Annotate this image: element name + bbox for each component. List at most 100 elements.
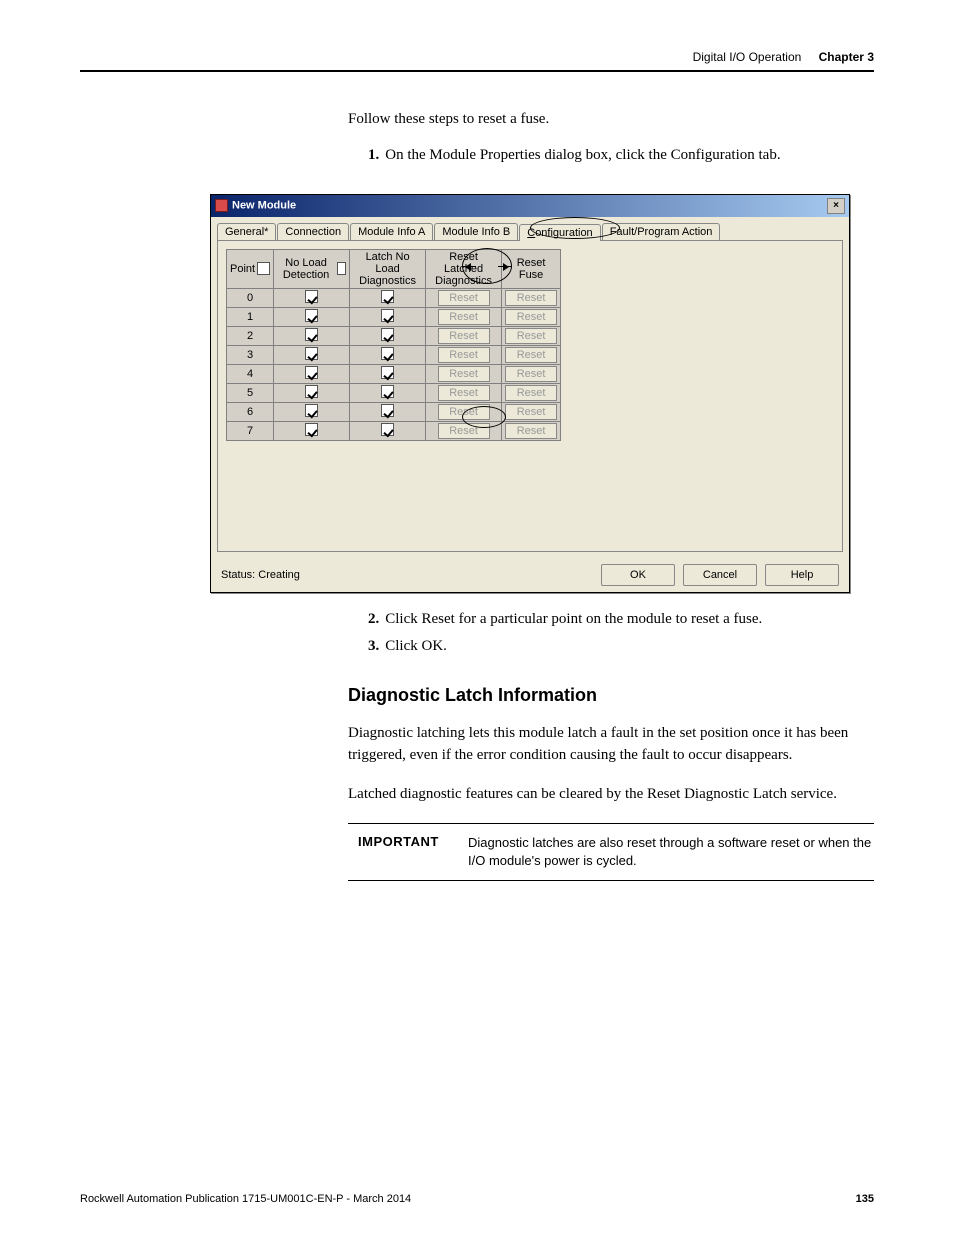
header-chapter: Chapter 3	[819, 50, 874, 64]
reset-latched-button[interactable]: Reset	[438, 385, 490, 401]
cell-reset-latched: Reset	[426, 326, 502, 345]
checkbox-icon[interactable]	[305, 328, 318, 341]
help-button[interactable]: Help	[765, 564, 839, 586]
checkbox-icon[interactable]	[381, 385, 394, 398]
reset-fuse-button[interactable]: Reset	[505, 423, 557, 439]
footer-publication: Rockwell Automation Publication 1715-UM0…	[80, 1193, 411, 1205]
table-row: 0ResetReset	[227, 288, 561, 307]
tab-fault-program-action[interactable]: Fault/Program Action	[602, 223, 721, 240]
cell-reset-fuse: Reset	[502, 364, 561, 383]
cell-noload	[274, 307, 350, 326]
col-reset-latched: Reset Latched Diagnostics	[426, 249, 502, 288]
checkbox-icon[interactable]	[305, 404, 318, 417]
checkbox-icon[interactable]	[305, 423, 318, 436]
checkbox-icon[interactable]	[381, 290, 394, 303]
tab-general[interactable]: General*	[217, 223, 276, 240]
reset-fuse-button[interactable]: Reset	[505, 328, 557, 344]
reset-fuse-button[interactable]: Reset	[505, 290, 557, 306]
cell-noload	[274, 345, 350, 364]
subsection-heading: Diagnostic Latch Information	[348, 685, 874, 706]
cell-latch	[350, 402, 426, 421]
cell-latch	[350, 421, 426, 440]
reset-fuse-button[interactable]: Reset	[505, 309, 557, 325]
close-icon[interactable]: ×	[827, 198, 845, 214]
cell-reset-latched: Reset	[426, 288, 502, 307]
cell-latch	[350, 364, 426, 383]
table-row: 4ResetReset	[227, 364, 561, 383]
table-row: 5 Reset Reset	[227, 383, 561, 402]
tab-body: Point No Load Detection Latch No Load Di…	[217, 240, 843, 552]
cell-noload	[274, 402, 350, 421]
checkbox-icon[interactable]	[305, 290, 318, 303]
ok-button[interactable]: OK	[601, 564, 675, 586]
dialog-title: New Module	[232, 199, 296, 211]
cell-reset-latched: Reset	[426, 345, 502, 364]
reset-latched-button[interactable]: Reset	[438, 309, 490, 325]
checkbox-icon[interactable]	[381, 423, 394, 436]
reset-latched-button[interactable]: Reset	[438, 290, 490, 306]
subsection-p2: Latched diagnostic features can be clear…	[348, 783, 874, 806]
checkbox-icon[interactable]	[305, 385, 318, 398]
step-3: 3.Click OK.	[368, 638, 874, 655]
cell-latch	[350, 288, 426, 307]
reset-latched-button[interactable]: Reset	[438, 347, 490, 363]
reset-latched-button[interactable]: Reset	[438, 404, 490, 420]
cell-latch	[350, 326, 426, 345]
reset-fuse-button[interactable]: Reset	[505, 347, 557, 363]
step-1: 1.On the Module Properties dialog box, c…	[368, 147, 874, 164]
cell-point: 5	[227, 383, 274, 402]
cell-reset-fuse: Reset	[502, 383, 561, 402]
config-table: Point No Load Detection Latch No Load Di…	[226, 249, 561, 441]
cell-reset-fuse: Reset	[502, 402, 561, 421]
reset-fuse-button[interactable]: Reset	[505, 385, 557, 401]
sort-icon[interactable]	[257, 262, 270, 275]
cancel-button[interactable]: Cancel	[683, 564, 757, 586]
checkbox-icon[interactable]	[381, 309, 394, 322]
important-note: IMPORTANT Diagnostic latches are also re…	[348, 823, 874, 881]
page-header: Digital I/O Operation Chapter 3	[80, 50, 874, 72]
tab-module-info-b[interactable]: Module Info B	[434, 223, 518, 240]
table-row: 7 Reset Reset	[227, 421, 561, 440]
cell-reset-latched: Reset	[426, 364, 502, 383]
cell-reset-latched: Reset	[426, 383, 502, 402]
cell-latch	[350, 307, 426, 326]
col-noload: No Load Detection	[274, 249, 350, 288]
status-text: Status: Creating	[221, 569, 300, 581]
table-row: 1 Reset Reset	[227, 307, 561, 326]
table-row: 3ResetReset	[227, 345, 561, 364]
important-label: IMPORTANT	[348, 834, 468, 870]
app-icon	[215, 199, 228, 212]
checkbox-icon[interactable]	[305, 366, 318, 379]
checkbox-icon[interactable]	[305, 309, 318, 322]
checkbox-icon[interactable]	[305, 347, 318, 360]
tab-connection[interactable]: Connection	[277, 223, 349, 240]
cell-reset-latched: Reset	[426, 402, 502, 421]
tab-strip: General* Connection Module Info A Module…	[211, 217, 849, 240]
cell-reset-fuse: Reset	[502, 307, 561, 326]
cell-reset-fuse: Reset	[502, 326, 561, 345]
cell-noload	[274, 383, 350, 402]
reset-latched-button[interactable]: Reset	[438, 328, 490, 344]
cell-point: 2	[227, 326, 274, 345]
sort-icon[interactable]	[337, 262, 346, 275]
reset-latched-button[interactable]: Reset	[438, 423, 490, 439]
reset-latched-button[interactable]: Reset	[438, 366, 490, 382]
cell-point: 1	[227, 307, 274, 326]
checkbox-icon[interactable]	[381, 404, 394, 417]
reset-fuse-button[interactable]: Reset	[505, 366, 557, 382]
intro-text: Follow these steps to reset a fuse.	[348, 108, 874, 131]
checkbox-icon[interactable]	[381, 347, 394, 360]
cell-point: 7	[227, 421, 274, 440]
step-2: 2.Click Reset for a particular point on …	[368, 611, 874, 628]
checkbox-icon[interactable]	[381, 328, 394, 341]
cell-noload	[274, 421, 350, 440]
cell-reset-fuse: Reset	[502, 345, 561, 364]
col-point: Point	[227, 249, 274, 288]
table-row: 2 Reset Reset	[227, 326, 561, 345]
reset-fuse-button[interactable]: Reset	[505, 404, 557, 420]
tab-configuration[interactable]: Configuration	[519, 224, 600, 241]
page-footer: Rockwell Automation Publication 1715-UM0…	[80, 1193, 874, 1205]
cell-noload	[274, 288, 350, 307]
tab-module-info-a[interactable]: Module Info A	[350, 223, 433, 240]
checkbox-icon[interactable]	[381, 366, 394, 379]
